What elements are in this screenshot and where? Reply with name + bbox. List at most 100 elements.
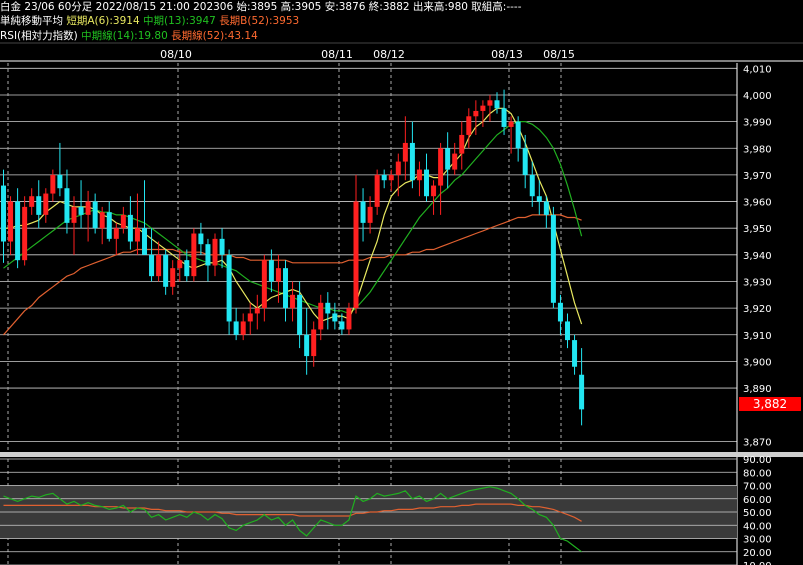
y-tick-label: 3,950 [743, 224, 772, 235]
rsi-y-tick-label: 20.00 [743, 548, 772, 559]
rsi-y-tick-label: 80.00 [743, 468, 772, 479]
y-tick-label: 3,900 [743, 357, 772, 368]
candle-body [177, 260, 183, 269]
candle-body [219, 238, 225, 255]
candle-body [557, 302, 563, 322]
candle-body [64, 188, 70, 223]
candle-body [565, 321, 570, 341]
candle-body [522, 148, 528, 175]
y-tick-label: 4,000 [743, 91, 772, 102]
candle-body [508, 121, 514, 127]
candle-body [297, 294, 303, 335]
candle-body [170, 268, 176, 287]
candle-body [205, 244, 211, 266]
x-date-label: 08/13 [491, 48, 523, 61]
rsi-y-tick-label: 70.00 [743, 482, 772, 493]
candle-body [226, 254, 232, 322]
candle-body [233, 321, 239, 335]
candle-body [388, 174, 394, 181]
candle-body [127, 214, 133, 242]
price-chart[interactable]: 4,010 4,000 3,990 3,980 3,970 3,960 3,950 3,940… [0, 0, 803, 565]
candle-body [36, 196, 42, 215]
candle-body [374, 174, 380, 207]
candle-body [515, 121, 521, 149]
candle-body [480, 105, 486, 111]
candle-body [487, 100, 493, 106]
candle-body [543, 201, 549, 215]
candle-body [261, 260, 267, 309]
last-price-box: 3,882 [739, 397, 801, 411]
candle-body [381, 174, 387, 181]
candle-body [452, 153, 458, 170]
candle-body [395, 161, 401, 175]
candle-body [367, 206, 373, 223]
candle-body [254, 308, 260, 314]
candle-body [85, 201, 91, 215]
candle-body [402, 142, 408, 162]
candle-body [92, 201, 98, 229]
candle-body [325, 302, 331, 314]
candle-body [149, 254, 155, 277]
candle-body [78, 206, 84, 215]
candle-body [290, 294, 296, 309]
rsi-y-tick-label: 60.00 [743, 495, 772, 506]
rsi-y-tick-label: 30.00 [743, 535, 772, 546]
x-date-label: 08/12 [373, 48, 405, 61]
candle-body [550, 214, 556, 303]
candle-body [311, 329, 317, 357]
y-tick-label: 3,890 [743, 384, 772, 395]
candle-body [43, 193, 49, 215]
candle-body [1, 185, 6, 242]
panel-separator [0, 452, 803, 457]
y-tick-label: 3,910 [743, 331, 772, 342]
candle-body [247, 313, 253, 322]
candle-body [424, 169, 429, 197]
candle-body [22, 206, 28, 261]
candle-body [156, 254, 162, 277]
candle-body [106, 212, 112, 239]
candle-body [283, 268, 288, 309]
rsi-y-tick-label: 90.00 [743, 455, 772, 466]
candle-body [304, 334, 310, 357]
candle-body [572, 340, 578, 367]
candle-body [409, 142, 415, 181]
candle-body [29, 196, 35, 207]
candle-body [142, 228, 147, 255]
candle-body [120, 214, 126, 229]
candle-body [240, 321, 246, 335]
y-tick-label: 3,980 [743, 144, 772, 155]
candle-body [501, 108, 507, 127]
y-tick-label: 3,940 [743, 251, 772, 262]
candle-body [445, 148, 451, 170]
candle-body [318, 302, 324, 330]
candle-body [113, 228, 119, 239]
candle-body [438, 148, 444, 186]
candle-body [191, 233, 197, 277]
candle-body [579, 374, 585, 410]
candle-body [529, 174, 535, 197]
candle-body [360, 201, 366, 223]
candle-body [416, 169, 422, 181]
candle-body [353, 201, 359, 309]
candle-body [212, 238, 218, 266]
candle-body [163, 254, 169, 287]
candle-body [268, 260, 274, 282]
y-tick-label: 3,870 [743, 437, 772, 448]
y-tick-label: 3,960 [743, 198, 772, 209]
candle-body [536, 196, 542, 202]
rsi-y-tick-label: 10.00 [743, 561, 772, 565]
candle-body [339, 321, 345, 330]
candle-body [15, 201, 21, 261]
candle-body [57, 174, 63, 189]
y-tick-label: 3,930 [743, 277, 772, 288]
candle-body [466, 116, 472, 135]
x-date-label: 08/15 [543, 48, 575, 61]
candle-body [275, 268, 281, 282]
candle-body [431, 185, 437, 197]
rsi-y-tick-label: 50.00 [743, 508, 772, 519]
candle-body [198, 233, 204, 245]
x-date-label: 08/10 [160, 48, 192, 61]
y-tick-label: 4,010 [743, 64, 772, 75]
x-date-label: 08/11 [321, 48, 353, 61]
candle-body [459, 134, 465, 154]
